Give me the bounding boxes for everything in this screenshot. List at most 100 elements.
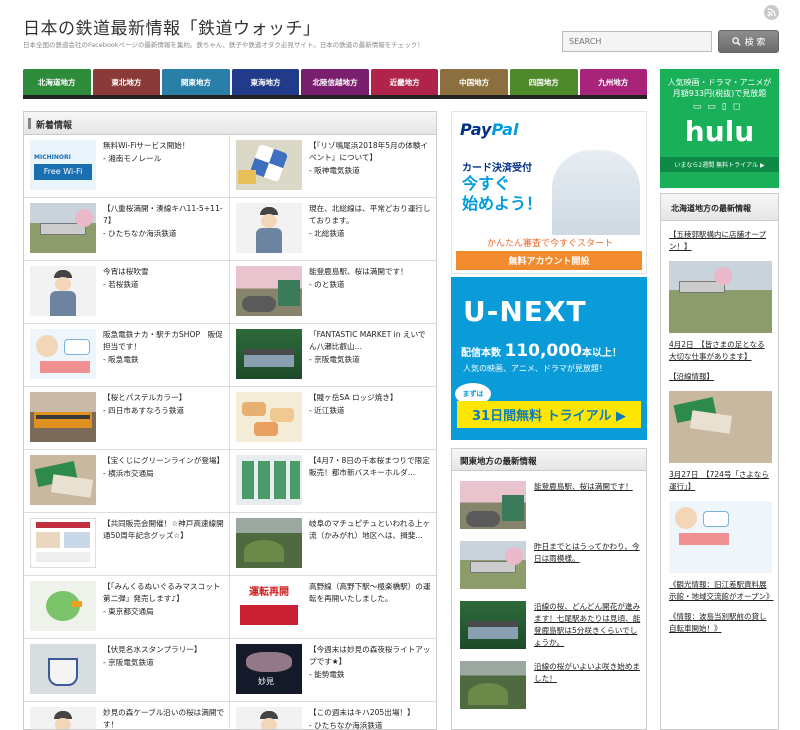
news-title[interactable]: 今宵は桜吹雪 [103,267,149,276]
news-text[interactable]: 阪急電鉄ナカ・駅チカSHOP 販促担当です！ - 阪急電鉄 [103,329,225,386]
kanto-thumbnail[interactable] [460,601,526,649]
hokkaido-text[interactable]: 《情報：波島当別駅前の貸し自転車開始！》 [669,611,770,635]
news-item[interactable]: 【伏見名水スタンプラリー】 - 京阪電気鉄道 [24,639,230,702]
news-text[interactable]: 【『リゾ鳴尾浜2018年5月の体験イベント』について】 - 阪神電気鉄道 [309,140,432,197]
news-item[interactable]: 【八重桜満開・湊線キハ11-5+11-7】 - ひたちなか海浜鉄道 [24,198,230,261]
hokkaido-thumbnail[interactable] [669,391,772,463]
news-text[interactable]: 高野線（高野下駅〜極楽橋駅）の運転を再開いたしました。 [309,581,432,638]
news-text[interactable]: 【「みんくるぬいぐるみマスコット第二弾」発売します♪】 - 東京都交通局 [103,581,225,638]
hokkaido-text[interactable]: 3月27日 【724号「さよなら運行」】 [669,469,770,493]
news-text[interactable]: 現在、北総線は、平常どおり運行しております。 - 北総鉄道 [309,203,432,260]
news-title[interactable]: 「FANTASTIC MARKET in えいでん八瀬比叡山… [309,330,426,351]
news-title[interactable]: 妙見の森ケーブル沿いの桜は満開です！ [103,708,224,729]
unext-trial-button[interactable]: 31日間無料 トライアル ▶ [457,401,641,428]
news-title[interactable]: 【桜とパステルカラー】 [103,393,186,402]
news-item[interactable]: 今宵は桜吹雪 - 若桜鉄道 [24,261,230,324]
news-item[interactable]: 運転再開 高野線（高野下駅〜極楽橋駅）の運転を再開いたしました。 [230,576,436,639]
hokkaido-item[interactable]: 4月2日 【皆さまの足となる大切な仕事があります】 [661,253,778,363]
news-thumbnail[interactable] [30,329,96,379]
news-title[interactable]: 無料Wi-Fiサービス開始！ [103,141,189,150]
rss-icon[interactable] [764,5,779,20]
news-text[interactable]: 無料Wi-Fiサービス開始！ - 湘南モノレール [103,140,189,197]
news-thumbnail[interactable] [236,140,302,190]
search-button[interactable]: 検 索 [718,30,779,53]
news-item[interactable]: 【「みんくるぬいぐるみマスコット第二弾」発売します♪】 - 東京都交通局 [24,576,230,639]
nav-item-1[interactable]: 東北地方 [92,69,161,95]
news-thumbnail[interactable] [236,518,302,568]
nav-item-5[interactable]: 近畿地方 [370,69,439,95]
nav-item-2[interactable]: 関東地方 [162,69,230,95]
news-thumbnail[interactable] [30,203,96,253]
news-title[interactable]: 【賤ヶ岳SA ロッジ焼き】 [309,393,398,402]
hokkaido-item[interactable]: 【沿線情報】 [661,363,778,383]
nav-item-6[interactable]: 中国地方 [440,69,508,95]
news-text[interactable]: 岐阜のマチュピチュといわれる上ヶ流（かみがれ）地区へは、揖斐… [309,518,432,575]
news-thumbnail[interactable] [30,707,96,729]
news-thumbnail[interactable] [236,392,302,442]
news-item[interactable]: 【この週末はキハ205出場！】 - ひたちなか海浜鉄道 [230,702,436,729]
news-item[interactable]: 岐阜のマチュピチュといわれる上ヶ流（かみがれ）地区へは、揖斐… [230,513,436,576]
news-item[interactable]: 阪急電鉄ナカ・駅チカSHOP 販促担当です！ - 阪急電鉄 [24,324,230,387]
nav-item-4[interactable]: 北陸信越地方 [301,69,369,95]
news-title[interactable]: 【4月7・8日の千本桜まつりで限定販売！都市新バスキーホルダ… [309,456,430,477]
news-title[interactable]: 能登鹿島駅、桜は満開です！ [309,267,408,276]
news-thumbnail[interactable] [30,644,96,694]
news-thumbnail[interactable] [236,707,302,729]
news-title[interactable]: 【今週末は妙見の森夜桜ライトアップです★】 [309,645,431,666]
hokkaido-thumbnail[interactable] [669,261,772,333]
kanto-title[interactable]: 能登鹿島駅、桜は満開です！ [534,481,633,531]
kanto-thumbnail[interactable] [460,481,526,529]
news-thumbnail[interactable]: 運転再開 [236,581,302,631]
nav-item-8[interactable]: 九州地方 [579,69,648,95]
news-title[interactable]: 高野線（高野下駅〜極楽橋駅）の運転を再開いたしました。 [309,582,431,603]
news-title[interactable]: 阪急電鉄ナカ・駅チカSHOP 販促担当です！ [103,330,223,351]
news-title[interactable]: 【この週末はキハ205出場！】 [309,708,415,717]
kanto-item[interactable]: 沿線の桜、どんどん開花が進みます！七尾駅あたりは見頃、能登鹿島駅は5分咲きくらい… [452,591,646,651]
news-text[interactable]: 【共同販売会開催！☆神戸高速線開通50周年記念グッズ☆】 [103,518,225,575]
news-thumbnail[interactable] [30,392,96,442]
hokkaido-item[interactable]: 《情報：波島当別駅前の貸し自転車開始！》 [661,603,778,635]
news-text[interactable]: 今宵は桜吹雪 - 若桜鉄道 [103,266,149,323]
news-text[interactable]: 【今週末は妙見の森夜桜ライトアップです★】 - 能勢電鉄 [309,644,432,701]
news-title[interactable]: 【『リゾ鳴尾浜2018年5月の体験イベント』について】 [309,141,428,162]
news-thumbnail[interactable] [236,329,302,379]
paypal-ad[interactable]: PayPal カード決済受付 今すぐ 始めよう！ かんたん審査で今すぐスタート 無… [451,111,647,274]
search-input[interactable] [562,31,712,52]
kanto-title[interactable]: 昨日までとはうってかわり、今日は雨模様。 [534,541,642,591]
news-item[interactable]: 妙見 【今週末は妙見の森夜桜ライトアップです★】 - 能勢電鉄 [230,639,436,702]
site-title[interactable]: 日本の鉄道最新情報「鉄道ウォッチ」 [23,14,321,39]
news-thumbnail[interactable] [30,581,96,631]
paypal-signup-button[interactable]: 無料アカウント開設 [456,251,642,270]
news-thumbnail[interactable] [236,266,302,316]
news-title[interactable]: 岐阜のマチュピチュといわれる上ヶ流（かみがれ）地区へは、揖斐… [309,519,430,540]
hokkaido-text[interactable]: 【五稜郭駅構内に店舗オープン！】 [669,229,770,253]
news-item[interactable]: 【宝くじにグリーンラインが登場】 - 横浜市交通局 [24,450,230,513]
news-title[interactable]: 【八重桜満開・湊線キハ11-5+11-7】 [103,204,223,225]
news-item[interactable]: 【『リゾ鳴尾浜2018年5月の体験イベント』について】 - 阪神電気鉄道 [230,135,436,198]
hokkaido-item[interactable]: 【五稜郭駅構内に店舗オープン！】 [661,221,778,253]
news-title[interactable]: 【「みんくるぬいぐるみマスコット第二弾」発売します♪】 [103,582,220,603]
nav-item-0[interactable]: 北海道地方 [23,69,91,95]
nav-item-3[interactable]: 東海地方 [231,69,300,95]
news-text[interactable]: 能登鹿島駅、桜は満開です！ - のと鉄道 [309,266,408,323]
news-item[interactable]: 現在、北総線は、平常どおり運行しております。 - 北総鉄道 [230,198,436,261]
news-thumbnail[interactable] [236,455,302,505]
news-text[interactable]: 【4月7・8日の千本桜まつりで限定販売！都市新バスキーホルダ… [309,455,432,512]
kanto-title[interactable]: 沿線の桜、どんどん開花が進みます！七尾駅あたりは見頃、能登鹿島駅は5分咲きくらい… [534,601,642,651]
news-item[interactable]: 【共同販売会開催！☆神戸高速線開通50周年記念グッズ☆】 [24,513,230,576]
news-thumbnail[interactable] [30,455,96,505]
news-title[interactable]: 現在、北総線は、平常どおり運行しております。 [309,204,431,225]
kanto-thumbnail[interactable] [460,661,526,709]
hokkaido-item[interactable]: 3月27日 【724号「さよなら運行」】 [661,383,778,493]
news-text[interactable]: 【八重桜満開・湊線キハ11-5+11-7】 - ひたちなか海浜鉄道 [103,203,225,260]
news-text[interactable]: 【伏見名水スタンプラリー】 - 京阪電気鉄道 [103,644,202,701]
news-text[interactable]: 「FANTASTIC MARKET in えいでん八瀬比叡山… - 京阪電気鉄道 [309,329,432,386]
hokkaido-thumbnail[interactable] [669,501,772,573]
news-thumbnail[interactable]: MICHINORI Free Wi-Fi [30,140,96,190]
news-title[interactable]: 【共同販売会開催！☆神戸高速線開通50周年記念グッズ☆】 [103,519,224,540]
hulu-ad[interactable]: 人気映画・ドラマ・アニメが 月額933円(税抜)で見放題 ▭▭▯◻ hulu いま… [660,69,779,188]
nav-item-7[interactable]: 四国地方 [509,69,578,95]
hokkaido-text[interactable]: 4月2日 【皆さまの足となる大切な仕事があります】 [669,339,770,363]
news-thumbnail[interactable] [236,203,302,253]
news-text[interactable]: 【この週末はキハ205出場！】 - ひたちなか海浜鉄道 [309,707,415,729]
